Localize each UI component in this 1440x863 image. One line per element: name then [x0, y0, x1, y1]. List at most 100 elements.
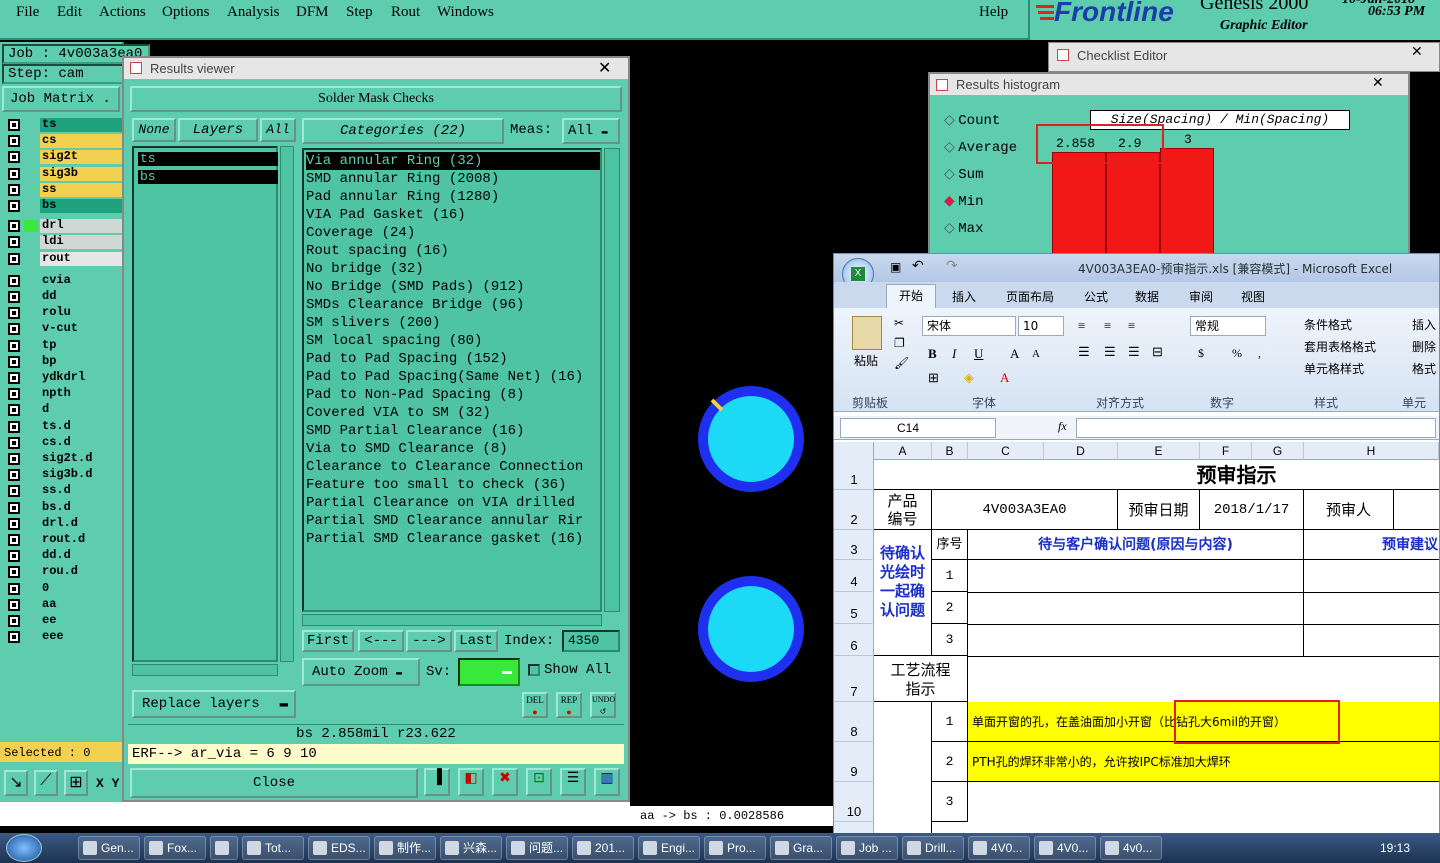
layer-checkbox[interactable] — [8, 200, 20, 212]
category-item[interactable]: VIA Pad Gasket (16) — [306, 206, 600, 224]
insert-cells-button[interactable]: 插入 — [1412, 316, 1436, 333]
layer-row-cvia[interactable]: cvia — [8, 273, 122, 288]
layer-row-ss.d[interactable]: ss.d — [8, 484, 122, 499]
layer-row-cs[interactable]: cs — [8, 134, 122, 149]
taskbar-item[interactable]: EDS... — [308, 836, 370, 860]
format-painter-icon[interactable]: 🖌 — [894, 356, 909, 371]
column-header-A[interactable]: A — [874, 442, 932, 460]
layer-affected-indicator[interactable] — [24, 518, 38, 530]
row-header-3[interactable]: 3 — [834, 530, 874, 560]
layer-checkbox[interactable] — [8, 631, 20, 644]
layer-checkbox[interactable] — [8, 420, 20, 433]
font-color-icon[interactable]: A — [1000, 370, 1009, 386]
taskbar-item[interactable]: Job ... — [836, 836, 898, 860]
layer-row-ee[interactable]: ee — [8, 614, 122, 628]
taskbar-item[interactable]: 4V0... — [1034, 836, 1096, 860]
confirm-label[interactable]: 待确认光绘时一起确认问题 — [874, 530, 932, 656]
taskbar-item[interactable]: 4v0... — [1100, 836, 1162, 860]
category-item[interactable]: SM slivers (200) — [306, 314, 600, 332]
layer-name[interactable]: ee — [40, 614, 122, 628]
erase-icon[interactable]: ✖ — [492, 768, 518, 796]
cut-icon[interactable]: ✂ — [894, 316, 904, 331]
align-center-icon[interactable]: ☰ — [1104, 344, 1116, 360]
grid-tool-icon[interactable]: ⊞ — [64, 770, 88, 796]
layer-affected-indicator[interactable] — [24, 200, 38, 212]
layer-name[interactable]: 0 — [40, 581, 122, 596]
format-table-button[interactable]: 套用表格格式 — [1304, 338, 1376, 355]
layer-row-ts[interactable]: ts — [8, 118, 122, 132]
underline-icon[interactable]: U — [974, 346, 983, 362]
layer-name[interactable]: ts.d — [40, 419, 122, 434]
option-average[interactable]: ◇ Average — [944, 139, 1017, 156]
category-item[interactable]: SMD annular Ring (2008) — [306, 170, 600, 188]
taskbar-item[interactable]: 201... — [572, 836, 634, 860]
layer-checkbox[interactable] — [8, 534, 20, 546]
layer-row-bp[interactable]: bp — [8, 354, 122, 369]
report-icon[interactable]: ☰ — [560, 768, 586, 796]
layer-checkbox[interactable] — [8, 135, 20, 148]
close-icon[interactable]: ✕ — [1372, 74, 1384, 91]
option-count[interactable]: ◇ Count — [944, 112, 1000, 129]
conditional-format-button[interactable]: 条件格式 — [1304, 316, 1352, 333]
layer-checkbox[interactable] — [8, 274, 20, 287]
align-left-icon[interactable]: ☰ — [1078, 344, 1090, 360]
layer-affected-indicator[interactable] — [24, 485, 38, 497]
export-icon[interactable]: ◧ — [458, 768, 484, 796]
layer-row-aa[interactable]: aa — [8, 597, 122, 612]
layer-name[interactable]: rou.d — [40, 565, 122, 580]
layer-name[interactable]: rout.d — [40, 533, 122, 547]
category-item[interactable]: Covered VIA to SM (32) — [306, 404, 600, 422]
histogram-bar-1[interactable] — [1106, 152, 1160, 262]
row-header-7[interactable]: 7 — [834, 656, 874, 702]
layer-row-ss[interactable]: ss — [8, 182, 122, 197]
layer-name[interactable]: ss — [40, 182, 122, 197]
category-item[interactable]: Pad annular Ring (1280) — [306, 188, 600, 206]
taskbar-item[interactable]: 4V0... — [968, 836, 1030, 860]
sv-color-select[interactable]: ▬ — [458, 658, 520, 686]
seq-3[interactable]: 3 — [932, 624, 968, 656]
layer-affected-indicator[interactable] — [24, 404, 38, 416]
layer-list-scrollbar[interactable] — [280, 146, 294, 662]
layer-row-ydkdrl[interactable]: ydkdrl — [8, 371, 122, 385]
taskbar-item[interactable]: Gen... — [78, 836, 140, 860]
layer-affected-indicator[interactable] — [24, 275, 38, 287]
paste-icon[interactable] — [852, 316, 882, 350]
categories-scrollbar[interactable] — [604, 148, 620, 612]
graphic-canvas[interactable] — [630, 40, 834, 802]
align-right-icon[interactable]: ☰ — [1128, 344, 1140, 360]
layer-name[interactable]: npth — [40, 387, 122, 402]
layer-checkbox[interactable] — [8, 582, 20, 595]
layer-name[interactable]: sig2t — [40, 150, 122, 165]
menu-windows[interactable]: Windows — [437, 4, 494, 21]
categories-button[interactable]: Categories (22) — [302, 118, 504, 144]
layer-name[interactable]: ldi — [40, 235, 122, 250]
category-item[interactable]: Partial SMD Clearance gasket (16) — [306, 530, 600, 548]
reviewer-cell[interactable]: ｜ — [1394, 490, 1439, 530]
layer-affected-indicator[interactable] — [24, 135, 38, 147]
layer-row-drl.d[interactable]: drl.d — [8, 516, 122, 531]
layer-affected-indicator[interactable] — [24, 599, 38, 611]
category-item[interactable]: SMDs Clearance Bridge (96) — [306, 296, 600, 314]
layer-row-npth[interactable]: npth — [8, 387, 122, 402]
categories-list[interactable]: Via annular Ring (32) SMD annular Ring (2… — [302, 148, 602, 612]
layer-row-ldi[interactable]: ldi — [8, 235, 122, 250]
layer-row-rout.d[interactable]: rout.d — [8, 533, 122, 547]
option-sum[interactable]: ◇ Sum — [944, 166, 984, 183]
number-icon[interactable]: ⊡ — [526, 768, 552, 796]
categories-hscrollbar[interactable] — [302, 614, 602, 626]
layer-checkbox[interactable] — [8, 183, 20, 196]
seq-header[interactable]: 序号 — [932, 530, 968, 560]
close-icon[interactable]: ✕ — [1411, 43, 1423, 60]
layer-name[interactable]: drl.d — [40, 516, 122, 531]
layer-checkbox[interactable] — [8, 404, 20, 417]
copy-icon[interactable]: ❐ — [894, 336, 905, 351]
taskbar-item[interactable]: Pro... — [704, 836, 766, 860]
formula-input[interactable] — [1076, 418, 1436, 438]
column-header-B[interactable]: B — [932, 442, 968, 460]
category-item[interactable]: Via to SMD Clearance (8) — [306, 440, 600, 458]
layer-name[interactable]: aa — [40, 597, 122, 612]
layer-affected-indicator[interactable] — [24, 253, 38, 265]
category-item[interactable]: Pad to Pad Spacing (152) — [306, 350, 600, 368]
category-item[interactable]: Rout spacing (16) — [306, 242, 600, 260]
product-label[interactable]: 产品编号 — [874, 490, 932, 530]
